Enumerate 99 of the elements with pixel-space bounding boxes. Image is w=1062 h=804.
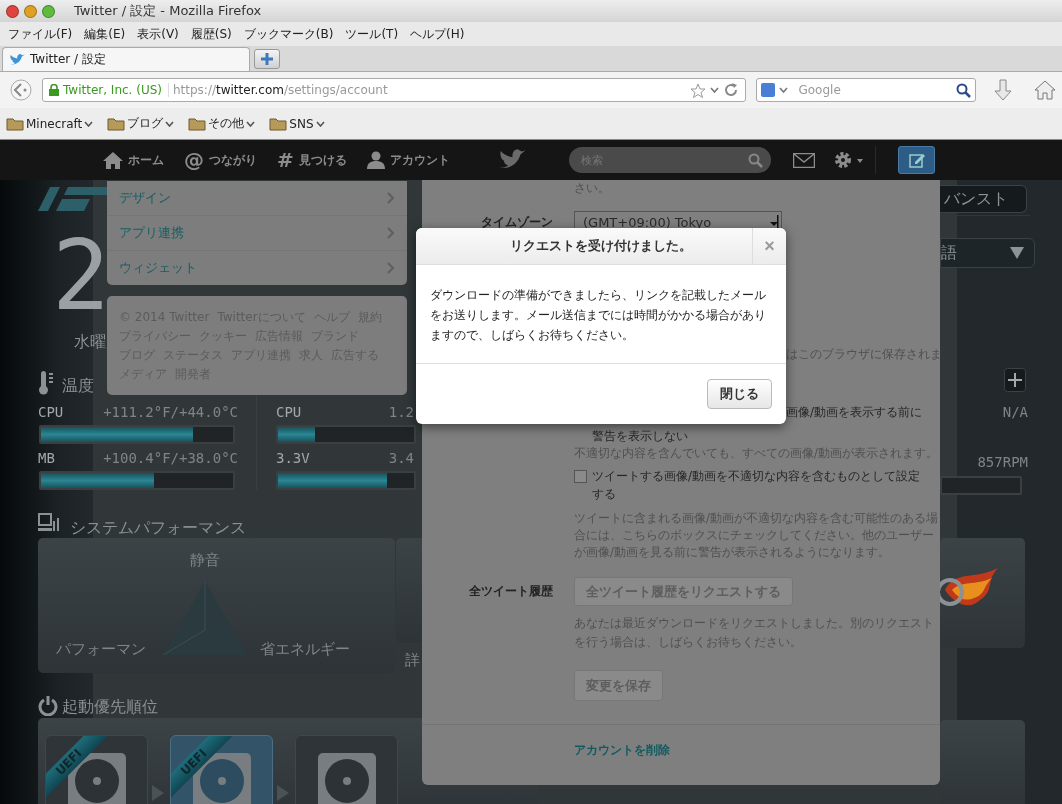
search-icon <box>956 82 971 98</box>
mode-button[interactable]: バンスト <box>940 185 1027 213</box>
sensor-label: 3.3V <box>276 450 310 466</box>
new-tab-button[interactable] <box>254 49 280 69</box>
arrow-icon <box>277 785 289 801</box>
mode-label: 静音 <box>190 551 220 570</box>
caret-icon <box>779 87 789 93</box>
menu-item[interactable]: 表示(V) <box>137 25 179 43</box>
nav-link[interactable]: # 見つける <box>277 148 347 172</box>
search-engine-icon[interactable] <box>761 83 776 97</box>
search-icon <box>748 152 763 168</box>
browser-tab[interactable]: Twitter / 設定 <box>2 47 250 71</box>
bookmark-folder[interactable]: その他 <box>188 115 256 132</box>
bookmark-folder[interactable]: Minecraft <box>6 116 94 131</box>
menu-item[interactable]: ウィジェット <box>107 251 407 285</box>
fan-speed: 857RPM <box>976 454 1028 470</box>
window-control-button[interactable] <box>24 4 37 18</box>
sensor-reading: 1.2 <box>387 404 414 420</box>
menu-item[interactable]: ファイル(F) <box>8 25 73 43</box>
compose-button[interactable] <box>898 146 935 174</box>
person-icon <box>366 151 385 169</box>
menu-item[interactable]: ツール(T) <box>345 25 399 43</box>
dropdown-arrow-icon <box>769 215 779 229</box>
section-heading: システムパフォーマンス <box>70 518 246 539</box>
dialog-message: ダウンロードの準備ができましたら、リンクを記載したメールをお送りします。メール送信までには時間がかかる場合がありますので、しばらくお待ちください。 <box>416 265 786 364</box>
caret-icon <box>84 120 94 127</box>
nav-link[interactable]: アカウント <box>366 151 450 169</box>
mail-icon[interactable] <box>793 152 815 168</box>
window-control-button[interactable] <box>6 4 19 18</box>
arrow-icon <box>152 785 164 801</box>
sensor-reading: +100.4°F/+38.0°C <box>102 450 238 466</box>
sensor-reading: 3.4 <box>387 450 414 466</box>
nav-link[interactable]: @ つながり <box>184 148 257 172</box>
sensor-label: CPU <box>276 404 302 420</box>
chevron-icon <box>387 192 395 204</box>
boot-device-tile[interactable] <box>295 735 398 804</box>
reload-icon[interactable] <box>723 82 740 98</box>
search-field[interactable]: Google <box>756 78 976 102</box>
field-label: タイムゾーン <box>480 213 553 231</box>
menu-item[interactable]: ブックマーク(B) <box>243 25 334 43</box>
performance-icon <box>38 513 60 533</box>
checkbox[interactable] <box>574 470 587 483</box>
close-dialog-button[interactable]: 閉じる <box>707 379 772 409</box>
caret-icon <box>165 120 175 127</box>
field-label: 全ツイート履歴 <box>468 583 553 600</box>
section-heading: 起動優先順位 <box>62 697 158 718</box>
window-title: Twitter / 設定 - Mozilla Firefox <box>74 2 262 20</box>
checkbox-label: 警告を表示しない <box>592 428 688 445</box>
dropdown-arrow-icon <box>1010 247 1024 259</box>
home-icon <box>103 151 123 169</box>
chevron-icon <box>387 227 395 239</box>
lock-icon <box>49 84 59 96</box>
hard-drive-icon <box>318 753 376 804</box>
mode-label: 省エネルギー <box>260 640 350 659</box>
menu-item[interactable]: ヘルプ(H) <box>410 25 465 43</box>
chevron-icon <box>387 262 395 274</box>
checkbox-label: 画像/動画を表示する前に <box>786 404 923 421</box>
thermometer-icon <box>38 371 54 395</box>
close-button[interactable]: × <box>752 228 786 264</box>
checkbox-label: ツイートする画像/動画を不適切な内容を含むものとして設定する <box>592 468 922 503</box>
caret-icon <box>315 120 325 127</box>
folder-icon <box>6 116 24 131</box>
caret-icon <box>246 120 256 127</box>
star-icon[interactable] <box>690 82 707 98</box>
folder-icon <box>188 116 207 131</box>
menu-item[interactable]: デザイン <box>107 181 407 216</box>
sensor-reading: +111.2°F/+44.0°C <box>102 404 238 420</box>
power-icon <box>38 696 58 716</box>
dialog-title: リクエストを受け付けました。 <box>509 236 693 255</box>
site-identity: Twitter, Inc. (US) <box>63 83 169 97</box>
sensor-label: CPU <box>38 404 64 420</box>
menu-item[interactable]: 履歴(S) <box>190 25 232 43</box>
tab-label: 詳 <box>405 651 420 670</box>
menu-item[interactable]: 編集(E) <box>84 25 126 43</box>
pencil-icon <box>908 152 925 168</box>
address-field[interactable]: Twitter, Inc. (US) https://twitter.com/settings/account <box>42 78 747 102</box>
folder-icon <box>107 116 126 131</box>
home-icon[interactable] <box>1034 79 1056 101</box>
section-heading: 温度 <box>62 376 94 397</box>
nav-link[interactable]: ホーム <box>103 151 164 169</box>
menu-item[interactable]: アプリ連携 <box>107 216 407 251</box>
fan-status: N/A <box>1001 404 1028 420</box>
download-icon[interactable] <box>992 78 1014 102</box>
url-text: https://twitter.com/settings/account <box>173 83 389 97</box>
clock-digit: 2 <box>52 228 110 324</box>
plus-icon[interactable] <box>1004 368 1026 392</box>
gear-icon[interactable] <box>833 150 865 170</box>
plus-icon <box>261 53 273 65</box>
weekday-label: 水曜 <box>74 332 106 353</box>
bookmark-folder[interactable]: SNS <box>269 116 325 131</box>
search-placeholder: Google <box>797 83 842 97</box>
window-control-button[interactable] <box>42 4 55 18</box>
bookmark-folder[interactable]: ブログ <box>107 115 175 132</box>
folder-icon <box>269 116 288 131</box>
caret-icon <box>710 87 720 93</box>
sensor-label: MB <box>38 450 55 466</box>
delete-account-link[interactable]: アカウントを削除 <box>574 742 940 759</box>
language-dropdown[interactable]: 語 <box>940 238 1035 268</box>
mode-label: パフォーマン <box>56 640 146 659</box>
